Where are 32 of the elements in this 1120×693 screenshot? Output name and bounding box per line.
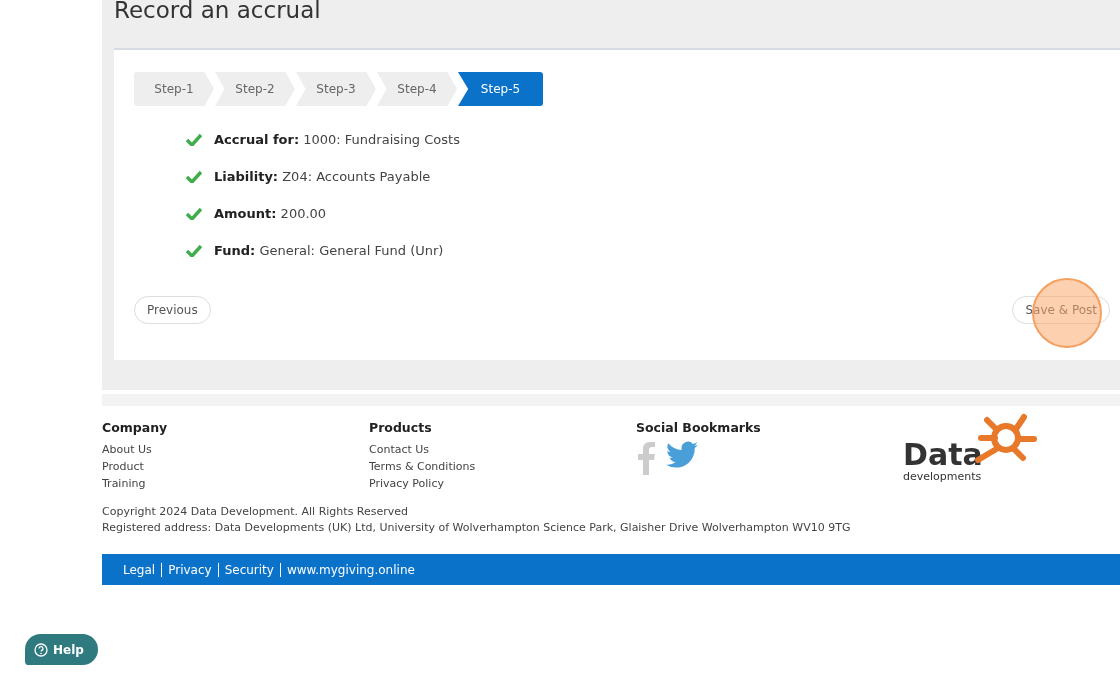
footer-bar-link[interactable]: Privacy (161, 562, 218, 577)
copyright-text: Copyright 2024 Data Development. All Rights Reserved (102, 504, 410, 520)
step-tab[interactable]: Step-3 (296, 72, 376, 106)
footer-link[interactable]: Product (102, 458, 369, 475)
footer-heading: Social Bookmarks (636, 420, 762, 435)
step-tab[interactable]: Step-4 (377, 72, 457, 106)
previous-button[interactable]: Previous (134, 296, 211, 324)
bird-icon[interactable] (666, 441, 698, 469)
footer-heading: Products (369, 420, 433, 435)
help-button[interactable]: Help (25, 634, 98, 665)
step-tab[interactable]: Step-1 (134, 72, 214, 106)
footer-bar-link[interactable]: Legal (117, 562, 162, 577)
summary-item: Fund: General: General Fund (Unr) (214, 243, 444, 258)
summary-item: Amount: 200.00 (214, 206, 327, 221)
footer-bar-link[interactable]: Security (217, 562, 280, 577)
footer-link[interactable]: Privacy Policy (369, 475, 636, 492)
footer-link[interactable]: Terms & Conditions (369, 458, 636, 475)
question-icon (34, 642, 48, 657)
page-title: Record an accrual (114, 0, 322, 25)
footer-link[interactable]: Contact Us (369, 441, 636, 458)
step-tab[interactable]: Step-2 (215, 72, 295, 106)
facebook-icon[interactable] (636, 441, 656, 475)
step-tab[interactable]: Step-5 (458, 72, 543, 106)
logo-subtitle: developments (903, 470, 982, 483)
footer-bar-link[interactable]: www.mygiving.online (279, 562, 421, 577)
summary-item: Liability: Z04: Accounts Payable (214, 169, 431, 184)
footer-link[interactable]: Training (102, 475, 369, 492)
footer-heading: Company (102, 420, 169, 435)
footer-link[interactable]: About Us (102, 441, 369, 458)
address-text: Registered address: Data Developments (UK) Ltd, University of Wolverhampton Science Park, Glaisher Drive Wolverhampton WV10 9TG (102, 520, 852, 536)
logo-wordmark: Data (903, 440, 983, 470)
summary-item: Accrual for: 1000: Fundraising Costs (214, 132, 460, 147)
